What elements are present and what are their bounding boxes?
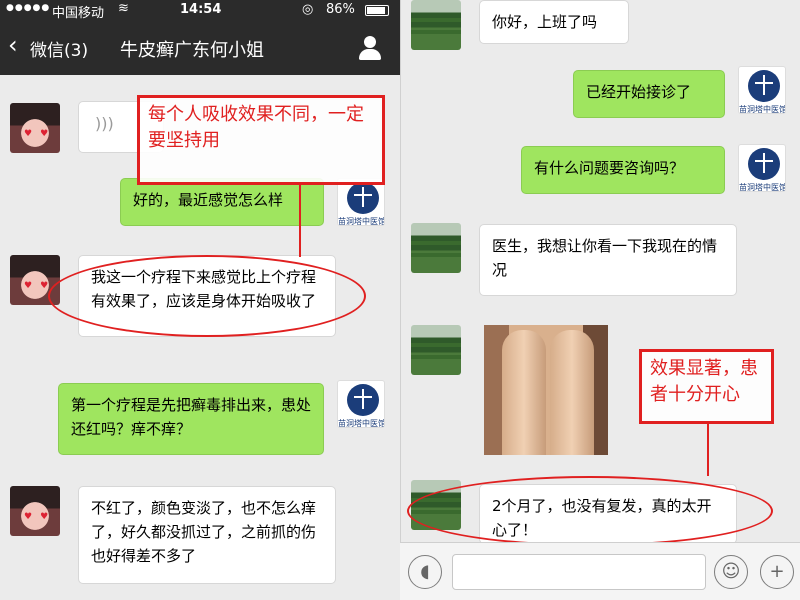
signal-icon: ●●●●● <box>6 3 51 13</box>
annotation-box: 效果显著，患者十分开心 <box>639 349 774 424</box>
message-bubble: 你好，上班了吗 <box>479 0 629 44</box>
patient-avatar[interactable]: ♥♥ <box>10 103 60 153</box>
message-bubble: 医生，我想让你看一下我现在的情况 <box>479 224 737 296</box>
logo-text: 苗洞塔中医馆 <box>739 105 786 114</box>
status-bar: ●●●●● 中国移动 ≋ 14:54 ◎ 86% <box>0 0 400 21</box>
lock-icon: ◎ <box>302 2 314 17</box>
message-bubble: 好的，最近感觉怎么样 <box>120 178 324 226</box>
left-chat-screen: ●●●●● 中国移动 ≋ 14:54 ◎ 86% ‹ 微信(3) 牛皮癣广东何小… <box>0 0 400 600</box>
clinic-logo-avatar[interactable]: 苗洞塔中医馆 <box>738 66 786 114</box>
logo-text: 苗洞塔中医馆 <box>739 183 786 192</box>
annotation-box: 每个人吸收效果不同，一定要坚持用 <box>137 95 385 185</box>
clinic-logo-avatar[interactable]: 苗洞塔中医馆 <box>337 380 385 428</box>
battery-icon <box>365 5 389 16</box>
logo-text: 苗洞塔中医馆 <box>338 217 385 226</box>
message-bubble: 有什么问题要咨询吗？ <box>521 146 725 194</box>
right-chat-screen: 你好，上班了吗 已经开始接诊了 苗洞塔中医馆 有什么问题要咨询吗？ 苗洞塔中医馆… <box>400 0 800 600</box>
message-input[interactable] <box>452 554 706 590</box>
patient-avatar[interactable] <box>411 325 461 375</box>
voice-icon[interactable]: ◖ <box>408 555 442 589</box>
message-input-bar: ◖ ☺ + <box>400 542 800 600</box>
voice-icon: ))) <box>95 114 114 133</box>
message-bubble: 第一个疗程是先把癣毒排出来，患处还红吗？痒不痒？ <box>58 383 324 455</box>
back-chevron-icon[interactable]: ‹ <box>8 31 18 59</box>
annotation-connector <box>707 424 709 476</box>
patient-avatar[interactable]: ♥♥ <box>10 486 60 536</box>
clinic-logo-avatar[interactable]: 苗洞塔中医馆 <box>337 178 385 226</box>
message-bubble: 不红了，颜色变淡了，也不怎么痒了，好久都没抓过了，之前抓的伤也好得差不多了 <box>78 486 336 584</box>
chat-header: ‹ 微信(3) 牛皮癣广东何小姐 <box>0 20 400 75</box>
leg-photo[interactable] <box>484 325 608 455</box>
annotation-ellipse <box>407 476 773 546</box>
patient-avatar[interactable] <box>411 223 461 273</box>
plus-icon[interactable]: + <box>760 555 794 589</box>
chat-title: 牛皮癣广东何小姐 <box>120 40 264 61</box>
wifi-icon: ≋ <box>118 1 129 16</box>
time-label: 14:54 <box>180 2 222 17</box>
clinic-logo-avatar[interactable]: 苗洞塔中医馆 <box>738 144 786 192</box>
annotation-ellipse <box>48 255 366 337</box>
battery-percent: 86% <box>326 2 355 17</box>
message-bubble: 已经开始接诊了 <box>573 70 725 118</box>
carrier-label: 中国移动 <box>52 6 105 21</box>
patient-avatar[interactable] <box>411 0 461 50</box>
emoji-icon[interactable]: ☺ <box>714 555 748 589</box>
user-icon[interactable] <box>356 34 384 62</box>
logo-text: 苗洞塔中医馆 <box>338 419 385 428</box>
annotation-connector <box>299 185 301 257</box>
back-button[interactable]: 微信(3) <box>30 36 88 61</box>
